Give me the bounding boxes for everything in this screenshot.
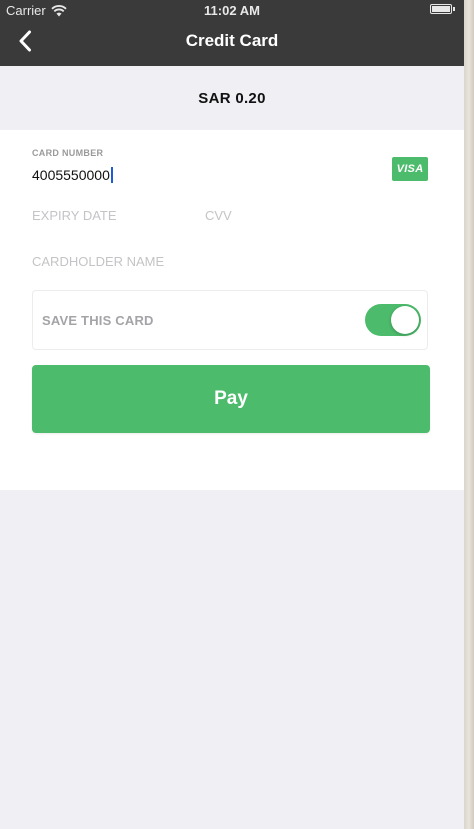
amount-section: SAR 0.20 xyxy=(0,66,464,130)
credit-card-form: CARD NUMBER 4005550000 EXPIRY DATE CVV C… xyxy=(0,130,464,490)
card-number-label: CARD NUMBER xyxy=(32,148,104,158)
status-time: 11:02 AM xyxy=(204,3,260,18)
top-bar: Carrier 11:02 AM Credit Card xyxy=(0,0,464,66)
expiry-date-input[interactable]: EXPIRY DATE xyxy=(32,208,192,223)
battery-icon xyxy=(430,4,455,14)
save-card-toggle[interactable] xyxy=(365,304,421,336)
pay-button[interactable]: Pay xyxy=(32,365,430,433)
app-screen: Carrier 11:02 AM Credit Card SAR 0.20 CA… xyxy=(0,0,464,829)
background-edge xyxy=(464,0,474,829)
payment-amount: SAR 0.20 xyxy=(198,89,266,107)
cvv-input[interactable]: CVV xyxy=(205,208,325,223)
cardholder-name-input[interactable]: CARDHOLDER NAME xyxy=(32,254,412,269)
page-title: Credit Card xyxy=(185,31,279,50)
toggle-knob xyxy=(391,306,419,334)
save-card-row: SAVE THIS CARD xyxy=(32,290,428,350)
status-bar: Carrier 11:02 AM xyxy=(0,0,464,20)
card-number-value: 4005550000 xyxy=(32,167,110,183)
save-card-label: SAVE THIS CARD xyxy=(42,313,154,328)
text-caret xyxy=(110,167,113,183)
card-number-input[interactable]: 4005550000 xyxy=(32,164,372,186)
navigation-bar: Credit Card xyxy=(0,20,464,66)
visa-card-brand-icon: VISA xyxy=(392,157,428,181)
